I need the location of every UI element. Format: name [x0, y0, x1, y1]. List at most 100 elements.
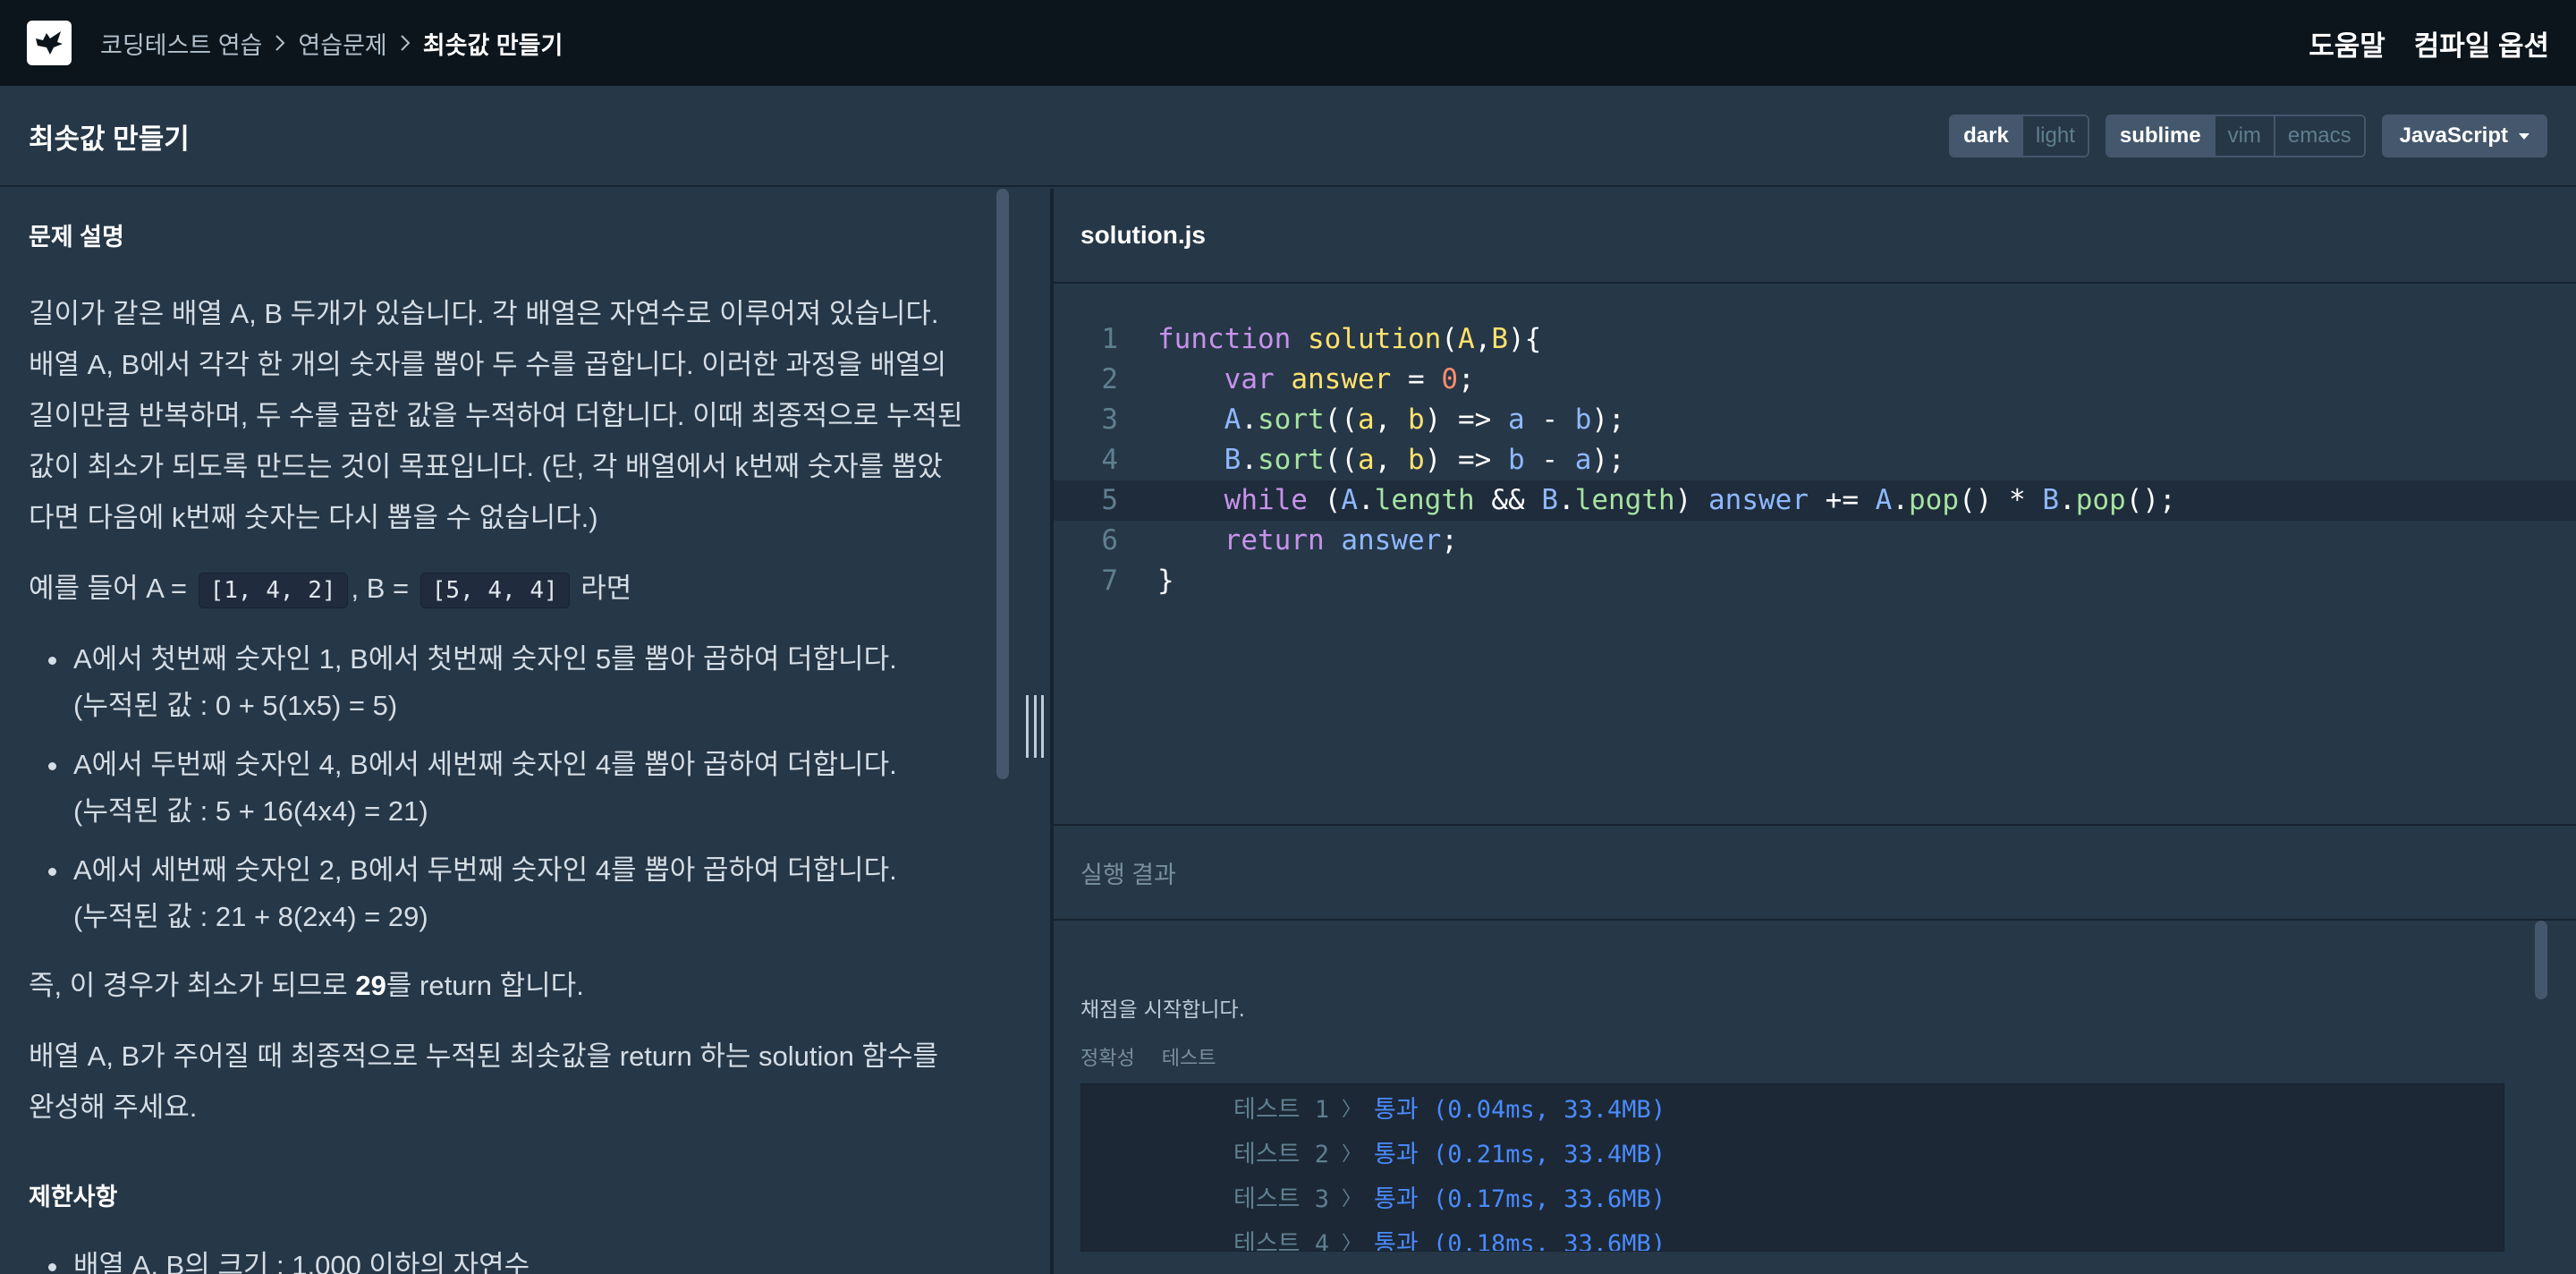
- code-line: 4 B.sort((a, b) => b - a);: [1054, 440, 2576, 480]
- list-item: A에서 첫번째 숫자인 1, B에서 첫번째 숫자인 5를 뽑아 곱하여 더합니…: [48, 636, 959, 729]
- vertical-resize-handle-icon[interactable]: [1026, 695, 1044, 758]
- line-number: 1: [1101, 323, 1118, 355]
- constraint-text: 배열 A, B의 크기 : 1,000 이하의 자연수: [73, 1250, 530, 1274]
- step-accumulated: (누적된 값 : 5 + 16(4x4) = 21): [73, 795, 428, 827]
- keymap-toggle: sublime vim emacs: [2105, 115, 2366, 157]
- result-panel: 채점을 시작합니다. 정확성 테스트 테스트 1 〉 통과 (0.04ms, 3…: [1054, 921, 2576, 1274]
- language-select-value: JavaScript: [2399, 123, 2508, 148]
- code-text: B.sort((a, b) => b - a);: [1224, 444, 1625, 476]
- test-pass-result: 통과 (0.18ms, 33.6MB): [1374, 1230, 1666, 1252]
- tab-accuracy[interactable]: 정확성: [1080, 1042, 1135, 1071]
- result-tabs: 정확성 테스트: [1080, 1042, 2576, 1071]
- step-line: A에서 세번째 숫자인 2, B에서 두번째 숫자인 4를 뽑아 곱하여 더합니…: [73, 854, 897, 886]
- chevron-right-icon: 〉: [1342, 1188, 1362, 1210]
- caret-down-icon: [2519, 132, 2529, 140]
- code-text: A.sort((a, b) => a - b);: [1224, 403, 1625, 436]
- line-number: 7: [1101, 565, 1118, 597]
- problem-scrollbar[interactable]: [996, 189, 1009, 779]
- problem-example: 예를 들어 A = [1, 4, 2], B = [5, 4, 4] 라면: [29, 563, 968, 616]
- chevron-right-icon: 〉: [1342, 1099, 1362, 1121]
- title-bar: 최솟값 만들기 dark light sublime vim emacs Jav…: [0, 87, 2576, 187]
- logo-bird-icon[interactable]: [27, 21, 72, 65]
- theme-dark-button[interactable]: dark: [1951, 116, 2023, 156]
- example-prefix: 예를 들어 A =: [29, 573, 187, 604]
- code-line: 2 var answer = 0;: [1054, 360, 2576, 400]
- conclusion-suffix: 를 return 합니다.: [386, 970, 584, 1001]
- chevron-right-icon: 〉: [1342, 1233, 1362, 1252]
- help-link[interactable]: 도움말: [2309, 23, 2385, 64]
- line-number: 3: [1101, 403, 1118, 436]
- step-accumulated: (누적된 값 : 21 + 8(2x4) = 29): [73, 901, 428, 932]
- problem-task: 배열 A, B가 주어질 때 최종적으로 누적된 최솟값을 return 하는 …: [29, 1040, 939, 1123]
- code-text: function solution(A,B){: [1157, 323, 1542, 355]
- test-result-row: 테스트 2 〉 통과 (0.21ms, 33.4MB): [1081, 1133, 2504, 1177]
- keymap-sublime-button[interactable]: sublime: [2106, 116, 2216, 156]
- line-number: 5: [1101, 484, 1118, 516]
- line-number: 2: [1101, 363, 1118, 395]
- tab-test[interactable]: 테스트: [1162, 1042, 1216, 1071]
- test-label: 테스트 4: [1233, 1230, 1330, 1252]
- top-navigation-bar: 코딩테스트 연습 연습문제 최솟값 만들기 도움말 컴파일 옵션: [0, 0, 2576, 86]
- test-pass-result: 통과 (0.21ms, 33.4MB): [1374, 1141, 1666, 1168]
- code-line: 3 A.sort((a, b) => a - b);: [1054, 400, 2576, 440]
- problem-intro: 길이가 같은 배열 A, B 두개가 있습니다. 각 배열은 자연수로 이루어져…: [29, 298, 963, 533]
- code-line-active: 5 while (A.length && B.length) answer +=…: [1054, 480, 2576, 521]
- breadcrumb-item-practice[interactable]: 연습문제: [298, 26, 386, 61]
- chevron-right-icon: [275, 34, 285, 52]
- list-item: 배열 A, B의 크기 : 1,000 이하의 자연수: [48, 1243, 959, 1274]
- list-item: A에서 세번째 숫자인 2, B에서 두번째 숫자인 4를 뽑아 곱하여 더합니…: [48, 847, 959, 940]
- breadcrumb: 코딩테스트 연습 연습문제 최솟값 만들기: [100, 26, 563, 61]
- test-result-row: 테스트 3 〉 통과 (0.17ms, 33.6MB): [1081, 1177, 2504, 1222]
- conclusion-value: 29: [355, 970, 386, 1001]
- conclusion-prefix: 즉, 이 경우가 최소가 되므로: [29, 970, 348, 1001]
- test-result-row: 테스트 4 〉 통과 (0.18ms, 33.6MB): [1081, 1222, 2504, 1252]
- test-results-list: 테스트 1 〉 통과 (0.04ms, 33.4MB) 테스트 2 〉 통과 (…: [1080, 1083, 2504, 1252]
- test-label: 테스트 2: [1233, 1141, 1330, 1168]
- compile-options-link[interactable]: 컴파일 옵션: [2414, 23, 2549, 64]
- breadcrumb-item-current: 최솟값 만들기: [422, 31, 564, 59]
- editor-filename: solution.js: [1080, 221, 1206, 249]
- example-array-a: [1, 4, 2]: [198, 573, 348, 608]
- line-number: 4: [1101, 444, 1118, 476]
- test-pass-result: 통과 (0.17ms, 33.6MB): [1374, 1185, 1666, 1213]
- problem-panel: 문제 설명 길이가 같은 배열 A, B 두개가 있습니다. 각 배열은 자연수…: [0, 189, 1050, 1274]
- example-suffix: 라면: [580, 573, 632, 604]
- chevron-right-icon: 〉: [1342, 1143, 1362, 1166]
- page-title: 최솟값 만들기: [29, 123, 190, 155]
- theme-light-button[interactable]: light: [2022, 116, 2088, 156]
- example-mid: , B =: [351, 573, 410, 604]
- code-text: return answer;: [1224, 524, 1458, 556]
- test-result-row: 테스트 1 〉 통과 (0.04ms, 33.4MB): [1081, 1088, 2504, 1133]
- breadcrumb-item-coding-test[interactable]: 코딩테스트 연습: [100, 26, 262, 61]
- problem-heading: 문제 설명: [29, 224, 124, 251]
- language-select[interactable]: JavaScript: [2381, 115, 2547, 157]
- code-line: 7 }: [1054, 561, 2576, 601]
- test-label: 테스트 3: [1233, 1185, 1330, 1213]
- code-line: 1 function solution(A,B){: [1054, 319, 2576, 360]
- keymap-vim-button[interactable]: vim: [2215, 116, 2275, 156]
- code-text: }: [1157, 565, 1174, 597]
- example-array-b: [5, 4, 4]: [419, 573, 570, 608]
- problem-conclusion: 즉, 이 경우가 최소가 되므로 29를 return 합니다.: [29, 960, 968, 1011]
- result-heading: 실행 결과: [1080, 861, 1176, 888]
- code-text: while (A.length && B.length) answer += A…: [1224, 484, 2176, 516]
- code-text: var answer = 0;: [1224, 363, 1475, 395]
- constraints-list: 배열 A, B의 크기 : 1,000 이하의 자연수: [29, 1243, 959, 1274]
- keymap-emacs-button[interactable]: emacs: [2275, 116, 2364, 156]
- step-line: A에서 첫번째 숫자인 1, B에서 첫번째 숫자인 5를 뽑아 곱하여 더합니…: [73, 643, 897, 675]
- code-editor[interactable]: 1 function solution(A,B){ 2 var answer =…: [1054, 285, 2576, 824]
- list-item: A에서 두번째 숫자인 4, B에서 세번째 숫자인 4를 뽑아 곱하여 더합니…: [48, 742, 959, 835]
- code-line: 6 return answer;: [1054, 521, 2576, 561]
- result-scrollbar[interactable]: [2535, 921, 2547, 999]
- editor-header: solution.js: [1054, 189, 2576, 284]
- step-accumulated: (누적된 값 : 0 + 5(1x5) = 5): [73, 690, 398, 721]
- example-steps-list: A에서 첫번째 숫자인 1, B에서 첫번째 숫자인 5를 뽑아 곱하여 더합니…: [29, 636, 959, 940]
- test-label: 테스트 1: [1233, 1096, 1330, 1124]
- line-number: 6: [1101, 524, 1118, 556]
- chevron-right-icon: [400, 34, 411, 52]
- result-header: 실행 결과: [1054, 824, 2576, 921]
- theme-toggle: dark light: [1949, 115, 2089, 157]
- step-line: A에서 두번째 숫자인 4, B에서 세번째 숫자인 4를 뽑아 곱하여 더합니…: [73, 749, 897, 780]
- test-pass-result: 통과 (0.04ms, 33.4MB): [1374, 1096, 1666, 1124]
- grading-status: 채점을 시작합니다.: [1080, 998, 1245, 1022]
